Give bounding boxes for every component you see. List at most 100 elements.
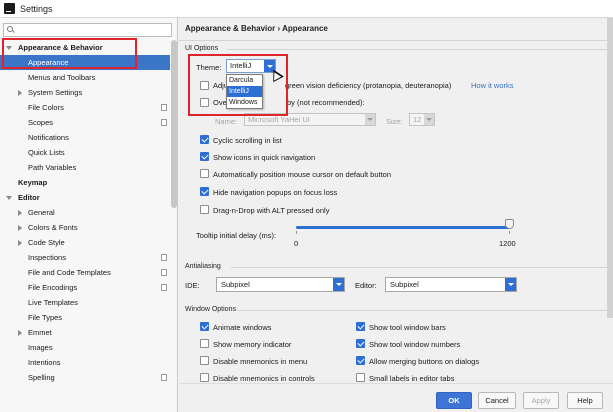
section-ui-options: UI Options	[185, 45, 219, 52]
settings-sidebar: Appearance & Behavior Appearance Menus and…	[0, 18, 178, 412]
apply-button[interactable]: Apply	[523, 392, 559, 409]
editor-antialiasing-select[interactable]: Subpixel	[385, 277, 517, 292]
help-button[interactable]: Help	[567, 392, 603, 409]
small-labels-checkbox[interactable]	[356, 373, 365, 382]
sidebar-item-label: Keymap	[18, 178, 48, 187]
chevron-down-icon[interactable]	[505, 278, 516, 291]
show-tool-numbers-label: Show tool window numbers	[369, 340, 461, 349]
project-scope-icon	[159, 372, 167, 381]
content-scrollbar[interactable]	[607, 18, 613, 318]
sidebar-item-system-settings[interactable]: System Settings	[0, 85, 170, 100]
hide-nav-checkbox[interactable]	[200, 187, 209, 196]
tooltip-delay-slider[interactable]	[296, 226, 510, 229]
override-fonts-label: by (not recommended):	[287, 98, 365, 107]
font-size-select: 12	[409, 113, 435, 126]
auto-position-checkbox[interactable]	[200, 169, 209, 178]
sidebar-item-label: Quick Lists	[28, 148, 65, 157]
sidebar-item-general[interactable]: General	[0, 205, 170, 220]
ok-button[interactable]: OK	[436, 392, 472, 409]
ide-label: IDE:	[185, 281, 200, 290]
hide-nav-label: Hide navigation popups on focus loss	[213, 188, 338, 197]
highlight-box	[2, 38, 137, 69]
show-icons-checkbox[interactable]	[200, 152, 209, 161]
search-input[interactable]	[18, 25, 168, 35]
show-tool-bars-checkbox[interactable]	[356, 322, 365, 331]
sidebar-item-label: Emmet	[28, 328, 52, 337]
sidebar-item-spelling[interactable]: Spelling	[0, 370, 170, 385]
search-box[interactable]	[3, 23, 172, 37]
divider	[231, 267, 607, 268]
show-tool-numbers-checkbox[interactable]	[356, 339, 365, 348]
disable-mnemonics-controls-checkbox[interactable]	[200, 373, 209, 382]
cancel-button[interactable]: Cancel	[478, 392, 516, 409]
sidebar-item-inspections[interactable]: Inspections	[0, 250, 170, 265]
font-name-label: Name:	[215, 117, 238, 126]
sidebar-item-keymap[interactable]: Keymap	[0, 175, 170, 190]
section-window-options: Window Options	[185, 306, 236, 313]
chevron-right-icon[interactable]	[18, 225, 22, 231]
cyclic-scrolling-checkbox[interactable]	[200, 135, 209, 144]
chevron-right-icon[interactable]	[18, 330, 22, 336]
search-icon	[7, 26, 15, 34]
chevron-down-icon[interactable]	[333, 278, 344, 291]
disable-mnemonics-menu-label: Disable mnemonics in menu	[213, 357, 308, 366]
sidebar-item-label: Colors & Fonts	[28, 223, 78, 232]
sidebar-item-file-and-code-templates[interactable]: File and Code Templates	[0, 265, 170, 280]
show-tool-bars-label: Show tool window bars	[369, 323, 446, 332]
font-name-value: Microsoft YaHei UI	[248, 115, 310, 124]
sidebar-scrollbar[interactable]	[171, 40, 177, 208]
sidebar-item-editor[interactable]: Editor	[0, 190, 170, 205]
sidebar-item-emmet[interactable]: Emmet	[0, 325, 170, 340]
sidebar-item-intentions[interactable]: Intentions	[0, 355, 170, 370]
chevron-down-icon[interactable]	[6, 196, 12, 200]
show-memory-label: Show memory indicator	[213, 340, 292, 349]
sidebar-item-scopes[interactable]: Scopes	[0, 115, 170, 130]
sidebar-item-menus-and-toolbars[interactable]: Menus and Toolbars	[0, 70, 170, 85]
sidebar-item-label: Live Templates	[28, 298, 78, 307]
animate-windows-checkbox[interactable]	[200, 322, 209, 331]
project-scope-icon	[159, 267, 167, 276]
section-antialiasing: Antialiasing	[185, 263, 221, 270]
slider-max-label: 1200	[499, 239, 516, 248]
drag-drop-checkbox[interactable]	[200, 205, 209, 214]
sidebar-item-label: Path Variables	[28, 163, 77, 172]
sidebar-item-colors-fonts[interactable]: Colors & Fonts	[0, 220, 170, 235]
project-scope-icon	[159, 252, 167, 261]
chevron-right-icon[interactable]	[18, 210, 22, 216]
font-size-label: Size:	[386, 117, 403, 126]
sidebar-item-file-colors[interactable]: File Colors	[0, 100, 170, 115]
chevron-right-icon[interactable]	[18, 240, 22, 246]
small-labels-label: Small labels in editor tabs	[369, 374, 455, 383]
sidebar-item-path-variables[interactable]: Path Variables	[0, 160, 170, 175]
drag-drop-label: Drag-n-Drop with ALT pressed only	[213, 206, 330, 215]
slider-handle[interactable]	[505, 219, 514, 229]
how-it-works-link[interactable]: How it works	[471, 81, 514, 90]
allow-merging-label: Allow merging buttons on dialogs	[369, 357, 480, 366]
show-memory-checkbox[interactable]	[200, 339, 209, 348]
auto-position-label: Automatically position mouse cursor on d…	[213, 170, 392, 179]
sidebar-item-notifications[interactable]: Notifications	[0, 130, 170, 145]
sidebar-item-file-encodings[interactable]: File Encodings	[0, 280, 170, 295]
divider	[179, 40, 613, 41]
sidebar-item-label: Notifications	[28, 133, 69, 142]
allow-merging-checkbox[interactable]	[356, 356, 365, 365]
sidebar-item-label: Code Style	[28, 238, 65, 247]
sidebar-item-quick-lists[interactable]: Quick Lists	[0, 145, 170, 160]
animate-windows-label: Animate windows	[213, 323, 272, 332]
sidebar-item-label: Menus and Toolbars	[28, 73, 96, 82]
app-icon	[4, 3, 15, 14]
sidebar-item-code-style[interactable]: Code Style	[0, 235, 170, 250]
sidebar-item-images[interactable]: Images	[0, 340, 170, 355]
sidebar-item-live-templates[interactable]: Live Templates	[0, 295, 170, 310]
sidebar-item-file-types[interactable]: File Types	[0, 310, 170, 325]
disable-mnemonics-menu-checkbox[interactable]	[200, 356, 209, 365]
sidebar-item-label: File Colors	[28, 103, 64, 112]
dialog-button-bar: OK Cancel Apply Help	[179, 383, 613, 412]
slider-min-label: 0	[294, 239, 299, 248]
disable-mnemonics-controls-label: Disable mnemonics in controls	[213, 374, 315, 383]
ide-antialiasing-select[interactable]: Subpixel	[216, 277, 345, 292]
chevron-right-icon[interactable]	[18, 90, 22, 96]
sidebar-item-label: Spelling	[28, 373, 55, 382]
breadcrumb: Appearance & Behavior › Appearance	[185, 24, 328, 33]
ide-antialiasing-value: Subpixel	[221, 280, 250, 289]
